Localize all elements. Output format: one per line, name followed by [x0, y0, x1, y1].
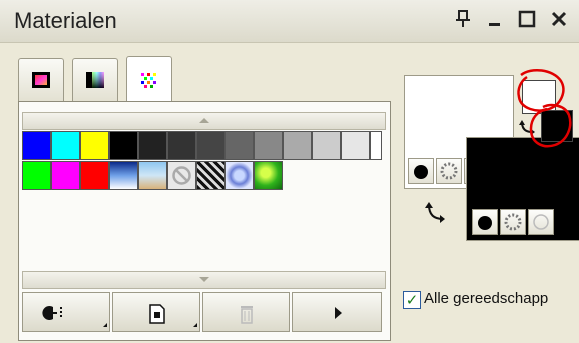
close-button[interactable]	[548, 8, 570, 30]
swap-materials-icon[interactable]	[423, 200, 447, 226]
swatch-gray-3[interactable]	[196, 131, 225, 160]
window-title: Materialen	[14, 8, 117, 33]
new-swatch-icon	[149, 304, 197, 327]
tab-swatches[interactable]	[126, 56, 172, 102]
swatch-gray-2[interactable]	[167, 131, 196, 160]
swatch-gray-5[interactable]	[254, 131, 283, 160]
swatch-black[interactable]	[109, 131, 138, 160]
swatch-magenta[interactable]	[51, 161, 80, 190]
bg-texture-mode-button[interactable]	[528, 209, 554, 235]
swatch-gray-7[interactable]	[312, 131, 341, 160]
annotation-circles	[517, 68, 572, 148]
play-arrow-icon	[335, 307, 342, 319]
palette-menu-icon	[42, 306, 107, 327]
title-bar: Materialen	[0, 0, 579, 43]
delete-swatch-icon	[241, 306, 253, 324]
swatch-pattern-zebra[interactable]	[196, 161, 225, 190]
swatch-pattern-blue[interactable]	[225, 161, 254, 190]
swatch-gray-8[interactable]	[341, 131, 370, 160]
swatch-gray-4[interactable]	[225, 131, 254, 160]
all-tools-label: Alle gereedschapp	[424, 290, 549, 307]
pin-icon[interactable]	[452, 8, 474, 30]
swatch-gray-1[interactable]	[138, 131, 167, 160]
frame-icon	[31, 71, 51, 89]
scroll-down-button[interactable]	[22, 271, 386, 289]
swatches-icon	[139, 71, 159, 89]
swatch-gradient-sky[interactable]	[138, 161, 167, 190]
scroll-up-button[interactable]	[22, 112, 386, 130]
new-swatch-button[interactable]	[112, 292, 200, 332]
swatch-texture-green[interactable]	[254, 161, 283, 190]
swatch-gradient-blue[interactable]	[109, 161, 138, 190]
swatch-grid	[22, 131, 382, 195]
delete-swatch-button[interactable]	[202, 292, 290, 332]
swatch-red[interactable]	[80, 161, 109, 190]
swatch-cyan[interactable]	[51, 131, 80, 160]
all-tools-checkbox[interactable]: ✓	[403, 291, 421, 309]
tab-spectrum[interactable]	[72, 58, 118, 101]
palette-menu-button[interactable]	[22, 292, 110, 332]
maximize-button[interactable]	[516, 8, 538, 30]
swatch-white[interactable]	[370, 131, 382, 160]
bg-color-mode-button[interactable]	[472, 209, 498, 235]
tab-frame[interactable]	[18, 58, 64, 101]
swatch-green[interactable]	[22, 161, 51, 190]
pattern-mode-button[interactable]	[436, 158, 462, 184]
minimize-button[interactable]	[484, 8, 506, 30]
swatch-yellow[interactable]	[80, 131, 109, 160]
swatch-toolbar	[22, 292, 382, 332]
bg-pattern-mode-button[interactable]	[500, 209, 526, 235]
spectrum-icon	[85, 71, 105, 89]
null-swatch[interactable]	[167, 161, 196, 190]
color-mode-button[interactable]	[408, 158, 434, 184]
swatch-gray-6[interactable]	[283, 131, 312, 160]
swatch-blue[interactable]	[22, 131, 51, 160]
play-button[interactable]	[292, 292, 382, 332]
